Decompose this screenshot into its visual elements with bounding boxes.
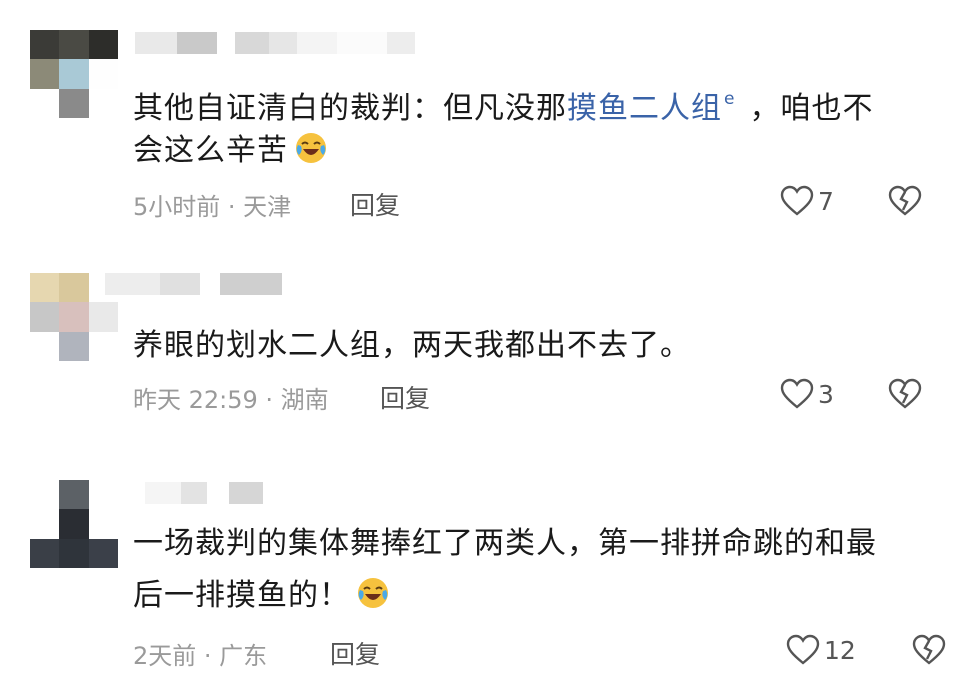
comment-meta: 2天前 · 广东 [133,642,268,670]
reply-button[interactable]: 回复 [350,186,400,222]
dislike-button[interactable] [912,634,946,666]
comment-text-line2: 会这么辛苦 [133,126,328,176]
comment-text-line2: 后一排摸鱼的！ [133,571,390,621]
like-button[interactable]: 12 [786,634,856,666]
dislike-button[interactable] [888,378,922,410]
comment-3: 一场裁判的集体舞捧红了两类人，第一排拼命跳的和最 后一排摸鱼的！ 2天前 · 广… [0,450,960,691]
comment-text-part: 后一排摸鱼的！ [133,578,350,613]
avatar[interactable] [30,30,118,118]
comment-1: 其他自证清白的裁判：但凡没那摸鱼二人组 𝖾 ，咱也不 会这么辛苦 5小时前 · 天津… [0,0,960,235]
heart-icon [780,378,814,409]
search-link[interactable]: 摸鱼二人组 [567,91,722,126]
like-count: 7 [818,186,834,216]
comment-text: 其他自证清白的裁判：但凡没那摸鱼二人组 𝖾 ，咱也不 [133,74,873,134]
username-blurred[interactable] [135,32,415,54]
reply-button[interactable]: 回复 [330,635,380,671]
comment-text: 一场裁判的集体舞捧红了两类人，第一排拼命跳的和最 [133,526,877,561]
username-blurred[interactable] [145,482,263,504]
laughing-crying-emoji-icon [296,133,326,163]
comment-text: 养眼的划水二人组，两天我都出不去了。 [133,328,691,363]
comment-meta: 5小时前 · 天津 [133,193,292,221]
like-button[interactable]: 7 [780,185,834,217]
broken-heart-icon [888,185,922,216]
username-blurred[interactable] [105,273,282,295]
reply-button[interactable]: 回复 [380,379,430,415]
heart-icon [780,185,814,216]
comment-meta: 昨天 22:59 · 湖南 [133,386,329,414]
like-count: 12 [824,635,856,665]
comment-text-part: ，咱也不 [749,91,874,126]
search-icon[interactable]: 𝖾 [724,89,735,109]
comment-text-part: 会这么辛苦 [133,133,288,168]
comment-text-part: 其他自证清白的裁判：但凡没那 [133,91,567,126]
like-count: 3 [818,379,834,409]
dislike-button[interactable] [888,185,922,217]
broken-heart-icon [912,634,946,665]
like-button[interactable]: 3 [780,378,834,410]
broken-heart-icon [888,378,922,409]
laughing-crying-emoji-icon [358,578,388,608]
heart-icon [786,634,820,665]
avatar[interactable] [30,480,118,568]
comment-2: 养眼的划水二人组，两天我都出不去了。 昨天 22:59 · 湖南 回复 3 [0,235,960,450]
